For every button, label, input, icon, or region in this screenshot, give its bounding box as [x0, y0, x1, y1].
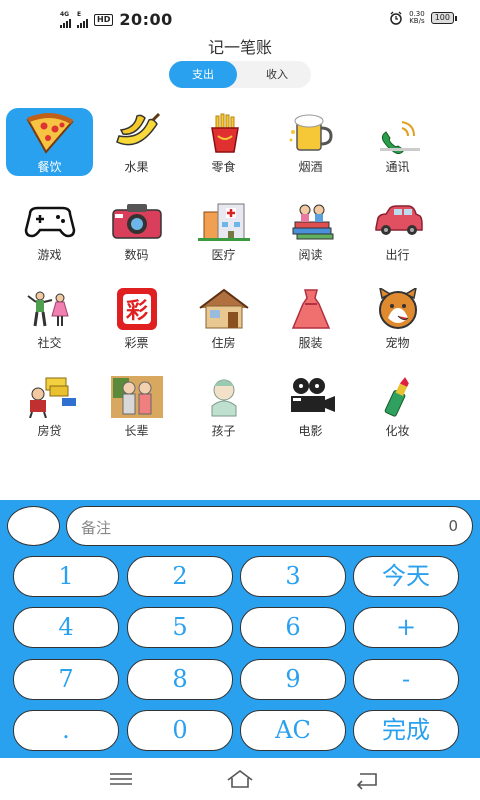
house-icon [199, 288, 249, 329]
page-title: 记一笔账 [207, 38, 272, 57]
category-item-reading[interactable]: 阅读 [267, 196, 354, 264]
pizza-icon [26, 113, 74, 154]
key-minus[interactable]: - [353, 659, 459, 700]
back-icon[interactable] [352, 768, 382, 790]
hospital-icon [198, 203, 250, 241]
category-item-travel[interactable]: 出行 [354, 196, 441, 264]
key-4[interactable]: 4 [13, 607, 119, 648]
tab-income[interactable]: 收入 [243, 61, 311, 88]
clock: 20:00 [119, 10, 173, 29]
category-item-elders[interactable]: 长辈 [93, 372, 180, 440]
lipstick-icon [384, 377, 409, 417]
key-clear[interactable]: AC [240, 710, 346, 751]
category-item-medical[interactable]: 医疗 [180, 196, 267, 264]
keypad-panel: 备注 0 1 2 3 今天 4 5 6 + 7 8 9 - . 0 AC 完成 [0, 500, 480, 758]
key-8[interactable]: 8 [127, 659, 233, 700]
alarm-icon [390, 11, 402, 25]
category-item-snacks[interactable]: 零食 [180, 108, 267, 176]
loan-icon [29, 377, 76, 418]
people-icon [27, 291, 69, 327]
category-item-pets[interactable]: 宠物 [354, 284, 441, 352]
type-toggle: 支出 收入 [169, 61, 311, 88]
key-done[interactable]: 完成 [353, 710, 459, 751]
key-0[interactable]: 0 [127, 710, 233, 751]
car-icon [375, 205, 423, 235]
phone-icon [380, 121, 420, 154]
hd-badge: HD [94, 13, 114, 26]
key-7[interactable]: 7 [13, 659, 119, 700]
key-5[interactable]: 5 [127, 607, 233, 648]
dress-icon [291, 289, 331, 329]
gamepad-icon [24, 206, 76, 238]
category-item-digital[interactable]: 数码 [93, 196, 180, 264]
category-item-mortgage[interactable]: 房贷 [6, 372, 93, 440]
category-item-cosmetics[interactable]: 化妆 [354, 372, 441, 440]
key-3[interactable]: 3 [240, 556, 346, 597]
elders-icon [111, 376, 163, 418]
beer-icon [289, 114, 333, 151]
category-item-games[interactable]: 游戏 [6, 196, 93, 264]
status-bar: 4G E HD 20:00 0.30 KB/s 100 [0, 0, 480, 36]
dog-icon [379, 288, 417, 329]
amount-display: 0 [448, 517, 458, 535]
baby-icon [211, 379, 237, 417]
battery-icon: 100 [430, 12, 458, 24]
key-9[interactable]: 9 [240, 659, 346, 700]
category-item-children[interactable]: 孩子 [180, 372, 267, 440]
category-item-movies[interactable]: 电影 [267, 372, 354, 440]
cellular-signal-2-icon: E [77, 11, 88, 28]
category-item-housing[interactable]: 住房 [180, 284, 267, 352]
key-1[interactable]: 1 [13, 556, 119, 597]
category-item-lottery[interactable]: 彩 彩票 [93, 284, 180, 352]
banana-icon [116, 112, 161, 146]
category-preview-button[interactable] [7, 506, 60, 546]
key-dot[interactable]: . [13, 710, 119, 751]
note-placeholder: 备注 [81, 519, 112, 537]
camera-icon [112, 204, 162, 239]
key-plus[interactable]: + [353, 607, 459, 648]
tab-expense[interactable]: 支出 [169, 61, 237, 88]
category-item-communication[interactable]: 通讯 [354, 108, 441, 176]
books-icon [292, 204, 334, 240]
category-item-social[interactable]: 社交 [6, 284, 93, 352]
fries-icon [211, 113, 239, 153]
category-item-dining[interactable]: 餐饮 [6, 108, 93, 176]
category-item-clothing[interactable]: 服装 [267, 284, 354, 352]
note-input[interactable]: 备注 0 [66, 506, 473, 546]
key-2[interactable]: 2 [127, 556, 233, 597]
category-item-fruit[interactable]: 水果 [93, 108, 180, 176]
svg-text:彩: 彩 [125, 299, 148, 324]
cellular-signal-icon: 4G [60, 11, 71, 28]
key-6[interactable]: 6 [240, 607, 346, 648]
menu-icon[interactable] [106, 768, 136, 790]
system-nav-bar [0, 758, 480, 800]
category-item-tobacco-alcohol[interactable]: 烟酒 [267, 108, 354, 176]
key-today[interactable]: 今天 [353, 556, 459, 597]
network-speed: 0.30 KB/s [409, 10, 425, 25]
lottery-icon: 彩 [117, 288, 157, 330]
film-camera-icon [291, 378, 335, 412]
home-icon[interactable] [225, 768, 255, 790]
